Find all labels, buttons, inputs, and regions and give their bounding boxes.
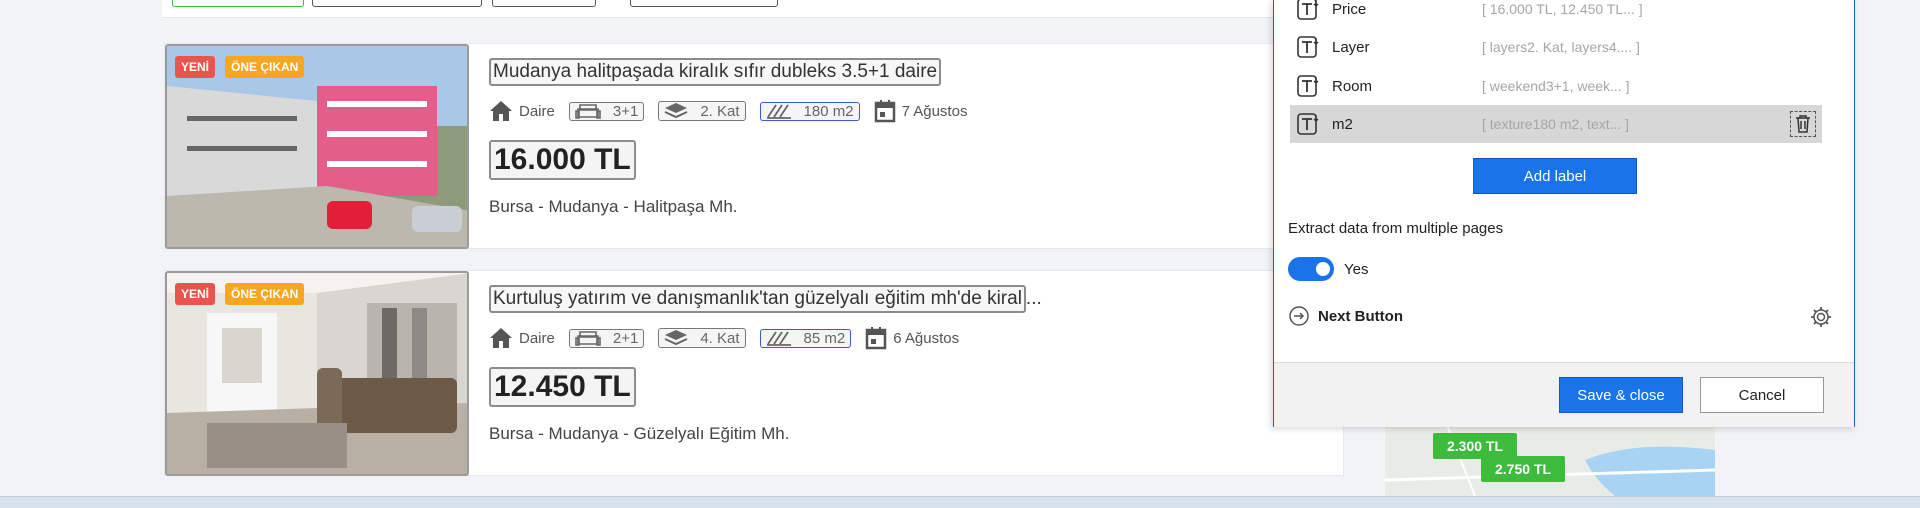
- field-preview: [ weekend3+1, week... ]: [1482, 78, 1630, 94]
- cancel-button[interactable]: Cancel: [1700, 377, 1824, 413]
- sofa-icon: [575, 331, 601, 346]
- area-label: 180 m2: [803, 102, 854, 120]
- listing-card[interactable]: YENİ ÖNE ÇIKAN Kurtuluş yatırım ve danış…: [164, 270, 1344, 476]
- next-button-row[interactable]: Next Button: [1288, 304, 1840, 328]
- extraction-panel: Price [ 16.000 TL, 12.450 TL... ] Layer …: [1273, 0, 1855, 427]
- badge-new: YENİ: [175, 56, 216, 78]
- area-label: 85 m2: [803, 329, 846, 347]
- area-info: 85 m2: [759, 328, 852, 348]
- sofa-icon: [575, 104, 601, 119]
- property-type-label: Daire: [519, 102, 555, 120]
- text-field-icon: [1297, 0, 1319, 20]
- badge-new: YENİ: [175, 283, 216, 305]
- arrow-circle-icon: [1289, 306, 1309, 326]
- floor-label: 4. Kat: [700, 329, 740, 347]
- property-type: Daire: [489, 327, 555, 349]
- home-icon: [490, 328, 512, 348]
- filter-chip[interactable]: [492, 0, 596, 7]
- field-row-layer[interactable]: Layer [ layers2. Kat, layers4.... ]: [1290, 28, 1822, 66]
- field-preview: [ texture180 m2, text... ]: [1482, 116, 1630, 132]
- listing-location: Bursa - Mudanya - Halitpaşa Mh.: [489, 197, 738, 216]
- listing-meta: Daire 2+1 4. Kat 85 m2 6 Ağustos: [489, 326, 973, 350]
- badge-featured: ÖNE ÇIKAN: [225, 283, 305, 305]
- listing-card[interactable]: YENİ ÖNE ÇIKAN Mudanya halitpaşada kiral…: [164, 43, 1344, 249]
- multi-page-title: Extract data from multiple pages: [1288, 220, 1504, 237]
- listing-title-row: Kurtuluş yatırım ve danışmanlık'tan güze…: [489, 285, 1042, 313]
- add-label-button[interactable]: Add label: [1473, 158, 1637, 194]
- title-ellipsis: ...: [1025, 288, 1042, 309]
- field-name: m2: [1332, 115, 1353, 133]
- area-info: 180 m2: [759, 101, 860, 121]
- date-label: 6 Ağustos: [893, 329, 960, 347]
- property-type: Daire: [489, 100, 555, 122]
- field-preview: [ layers2. Kat, layers4.... ]: [1482, 39, 1640, 55]
- texture-icon: [766, 104, 791, 119]
- save-close-button[interactable]: Save & close: [1559, 377, 1683, 413]
- rooms-label: 2+1: [612, 329, 639, 347]
- listing-photo[interactable]: YENİ ÖNE ÇIKAN: [165, 271, 469, 476]
- filter-chip[interactable]: [172, 0, 304, 7]
- home-icon: [490, 101, 512, 121]
- field-name: Room: [1332, 77, 1373, 95]
- map-preview[interactable]: 2.300 TL 2.750 TL: [1385, 420, 1715, 496]
- floor-label: 2. Kat: [700, 102, 740, 120]
- date-label: 7 Ağustos: [901, 102, 968, 120]
- field-row-m2[interactable]: m2 [ texture180 m2, text... ]: [1290, 105, 1822, 143]
- text-field-icon: [1297, 36, 1319, 58]
- field-row-price[interactable]: Price [ 16.000 TL, 12.450 TL... ]: [1290, 0, 1822, 28]
- listing-price: 12.450 TL: [489, 367, 636, 407]
- toggle-state-label: Yes: [1344, 261, 1369, 278]
- filter-chip[interactable]: [630, 0, 778, 7]
- trash-icon: [1796, 115, 1810, 133]
- listing-location: Bursa - Mudanya - Güzelyalı Eğitim Mh.: [489, 424, 790, 443]
- taskbar: [0, 496, 1920, 508]
- listing-meta: Daire 3+1 2. Kat 180 m2 7 Ağustos: [489, 99, 981, 123]
- rooms-info: 2+1: [568, 328, 645, 348]
- panel-footer: Save & close Cancel: [1274, 362, 1854, 427]
- date-info: 7 Ağustos: [874, 99, 968, 123]
- listing-title[interactable]: Kurtuluş yatırım ve danışmanlık'tan güze…: [489, 285, 1026, 313]
- toggle-knob: [1316, 262, 1330, 276]
- gear-icon[interactable]: [1810, 306, 1832, 328]
- texture-icon: [766, 331, 791, 346]
- map-price-pin[interactable]: 2.750 TL: [1481, 456, 1566, 482]
- layers-icon: [664, 330, 688, 346]
- property-type-label: Daire: [519, 329, 555, 347]
- floor-info: 4. Kat: [658, 328, 746, 348]
- date-info: 6 Ağustos: [865, 326, 959, 350]
- floor-info: 2. Kat: [658, 101, 746, 121]
- calendar-icon: [865, 327, 887, 350]
- field-name: Price: [1332, 0, 1367, 18]
- filter-chip[interactable]: [312, 0, 482, 7]
- rooms-info: 3+1: [568, 101, 645, 121]
- filter-bar: [162, 0, 1342, 18]
- rooms-label: 3+1: [612, 102, 639, 120]
- field-row-room[interactable]: Room [ weekend3+1, week... ]: [1290, 67, 1822, 105]
- delete-field-button[interactable]: [1790, 111, 1816, 137]
- multi-page-toggle[interactable]: [1288, 257, 1334, 281]
- text-field-icon: [1297, 113, 1319, 135]
- text-field-icon: [1297, 75, 1319, 97]
- badge-featured: ÖNE ÇIKAN: [225, 56, 305, 78]
- listing-title[interactable]: Mudanya halitpaşada kiralık sıfır dublek…: [489, 58, 942, 86]
- layers-icon: [664, 103, 688, 119]
- listing-photo[interactable]: YENİ ÖNE ÇIKAN: [165, 44, 469, 249]
- listing-price: 16.000 TL: [489, 140, 636, 180]
- calendar-icon: [874, 100, 895, 123]
- field-name: Layer: [1332, 38, 1370, 56]
- field-preview: [ 16.000 TL, 12.450 TL... ]: [1482, 1, 1643, 17]
- next-button-label: Next Button: [1318, 307, 1403, 325]
